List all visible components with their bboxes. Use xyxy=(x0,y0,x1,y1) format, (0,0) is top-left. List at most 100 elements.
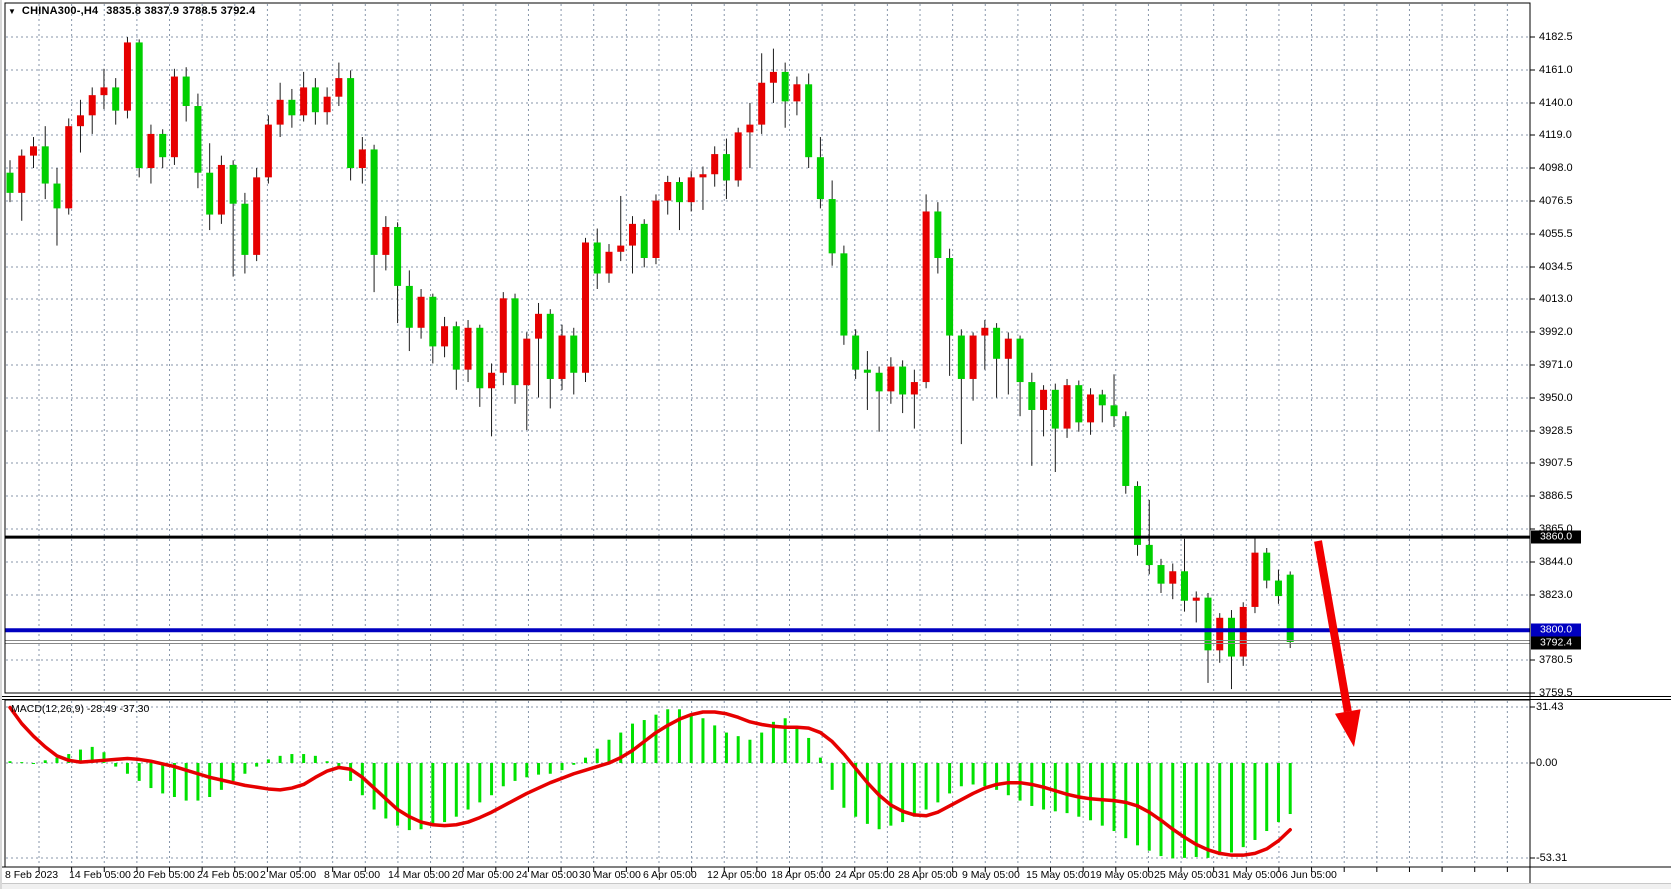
candle-body-bear xyxy=(1275,581,1282,597)
macd-histogram-bar xyxy=(255,763,258,767)
candle-body-bear xyxy=(1052,390,1059,429)
candle-body-bear xyxy=(840,253,847,335)
macd-histogram-bar xyxy=(1113,763,1116,831)
time-axis-label: 14 Mar 05:00 xyxy=(388,869,450,881)
candle-body-bull xyxy=(30,146,37,155)
window-bottom-strip xyxy=(2,883,1671,889)
macd-histogram-bar xyxy=(420,763,423,829)
macd-histogram-bar xyxy=(572,763,575,765)
candle-body-bull xyxy=(89,95,96,115)
symbol-dropdown-icon[interactable]: ▼ xyxy=(8,7,16,16)
candle-body-bull xyxy=(1087,394,1094,422)
time-axis-label: 30 Mar 05:00 xyxy=(579,869,641,881)
candle-body-bull xyxy=(171,77,178,158)
price-axis-label: 4098.0 xyxy=(1539,162,1573,174)
macd-histogram-bar xyxy=(396,763,399,826)
candle-body-bear xyxy=(347,78,354,168)
candle-body-bull xyxy=(488,373,495,389)
candle-body-bull xyxy=(770,72,777,83)
chart-canvas[interactable] xyxy=(2,0,1671,889)
macd-histogram-bar xyxy=(243,763,246,774)
candle-body-bear xyxy=(1263,553,1270,581)
candle-body-bull xyxy=(535,314,542,339)
macd-axis-label: -53.31 xyxy=(1536,852,1567,864)
price-badge-3792-4: 3792.4 xyxy=(1531,637,1581,650)
macd-histogram-bar xyxy=(408,763,411,830)
macd-histogram-bar xyxy=(1253,763,1256,840)
candle-body-bear xyxy=(946,258,953,336)
candle-body-bear xyxy=(1099,394,1106,405)
macd-histogram-bar xyxy=(455,763,458,817)
macd-histogram-bar xyxy=(1183,763,1186,858)
macd-histogram-bar xyxy=(314,756,317,763)
macd-histogram-bar xyxy=(654,715,657,763)
price-axis-label: 3928.5 xyxy=(1539,425,1573,437)
macd-histogram-bar xyxy=(161,763,164,793)
symbol-period-label: CHINA300-,H4 xyxy=(22,5,98,17)
candle-body-bull xyxy=(605,252,612,274)
time-axis-label: 2 Mar 05:00 xyxy=(260,869,316,881)
macd-histogram-bar xyxy=(502,763,505,786)
candle-body-bear xyxy=(1017,339,1024,382)
candle-body-bear xyxy=(1111,405,1118,416)
macd-histogram-bar xyxy=(1101,763,1104,826)
macd-histogram-bar xyxy=(525,763,528,777)
down-arrow-shaft[interactable] xyxy=(1318,541,1348,712)
candle-body-bear xyxy=(1122,416,1129,486)
candle-body-bear xyxy=(993,328,1000,359)
candle-body-bull xyxy=(887,367,894,392)
macd-histogram-bar xyxy=(220,763,223,790)
candle-body-bull xyxy=(1193,598,1200,601)
candle-body-bear xyxy=(934,211,941,258)
candle-body-bear xyxy=(112,87,119,110)
candle-body-bull xyxy=(1040,390,1047,410)
macd-histogram-bar xyxy=(748,740,751,763)
candle-body-bull xyxy=(65,126,72,208)
price-axis-label: 4140.0 xyxy=(1539,97,1573,109)
macd-histogram-bar xyxy=(1289,763,1292,814)
price-axis-label: 4182.5 xyxy=(1539,31,1573,43)
time-axis-label: 8 Feb 2023 xyxy=(5,869,58,881)
price-axis-label: 4034.5 xyxy=(1539,261,1573,273)
time-axis-label: 20 Mar 05:00 xyxy=(452,869,514,881)
candle-body-bull xyxy=(441,326,448,346)
macd-histogram-bar xyxy=(784,718,787,763)
macd-histogram-bar xyxy=(631,724,634,763)
candle-body-bear xyxy=(429,297,436,347)
candle-body-bull xyxy=(746,125,753,133)
time-axis-label: 14 Feb 05:00 xyxy=(69,869,131,881)
candle-body-bull xyxy=(359,149,366,168)
candle-body-bear xyxy=(1181,571,1188,600)
candle-body-bear xyxy=(288,100,295,116)
price-axis-label: 3886.5 xyxy=(1539,490,1573,502)
macd-histogram-bar xyxy=(1007,763,1010,795)
candle-body-bull xyxy=(699,174,706,177)
macd-histogram-bar xyxy=(208,763,211,797)
price-axis-label: 4161.0 xyxy=(1539,64,1573,76)
down-arrow-head[interactable] xyxy=(1335,709,1361,747)
time-axis-label: 24 Apr 05:00 xyxy=(835,869,895,881)
macd-histogram-bar xyxy=(725,733,728,763)
macd-histogram-bar xyxy=(795,727,798,763)
price-axis-label: 3971.0 xyxy=(1539,359,1573,371)
macd-histogram-bar xyxy=(760,733,763,763)
candle-body-bear xyxy=(406,286,413,328)
macd-histogram-bar xyxy=(478,763,481,802)
price-axis-label: 3823.0 xyxy=(1539,589,1573,601)
candle-body-bull xyxy=(981,328,988,336)
candle-body-bull xyxy=(218,165,225,215)
time-axis-label: 6 Apr 05:00 xyxy=(643,869,697,881)
chart-window: ▼ CHINA300-,H4 3835.8 3837.9 3788.5 3792… xyxy=(0,0,1671,889)
macd-histogram-bar xyxy=(983,763,986,786)
time-axis-label: 28 Apr 05:00 xyxy=(898,869,958,881)
candle-body-bull xyxy=(923,211,930,382)
macd-histogram-bar xyxy=(302,754,305,763)
candle-body-bear xyxy=(864,370,871,373)
candle-body-bull xyxy=(1005,339,1012,359)
macd-histogram-bar xyxy=(1160,763,1163,856)
macd-histogram-bar xyxy=(913,763,916,817)
macd-histogram-bar xyxy=(889,763,892,826)
macd-histogram-bar xyxy=(936,763,939,802)
candle-body-bull xyxy=(1251,553,1258,607)
macd-histogram-bar xyxy=(1277,763,1280,822)
